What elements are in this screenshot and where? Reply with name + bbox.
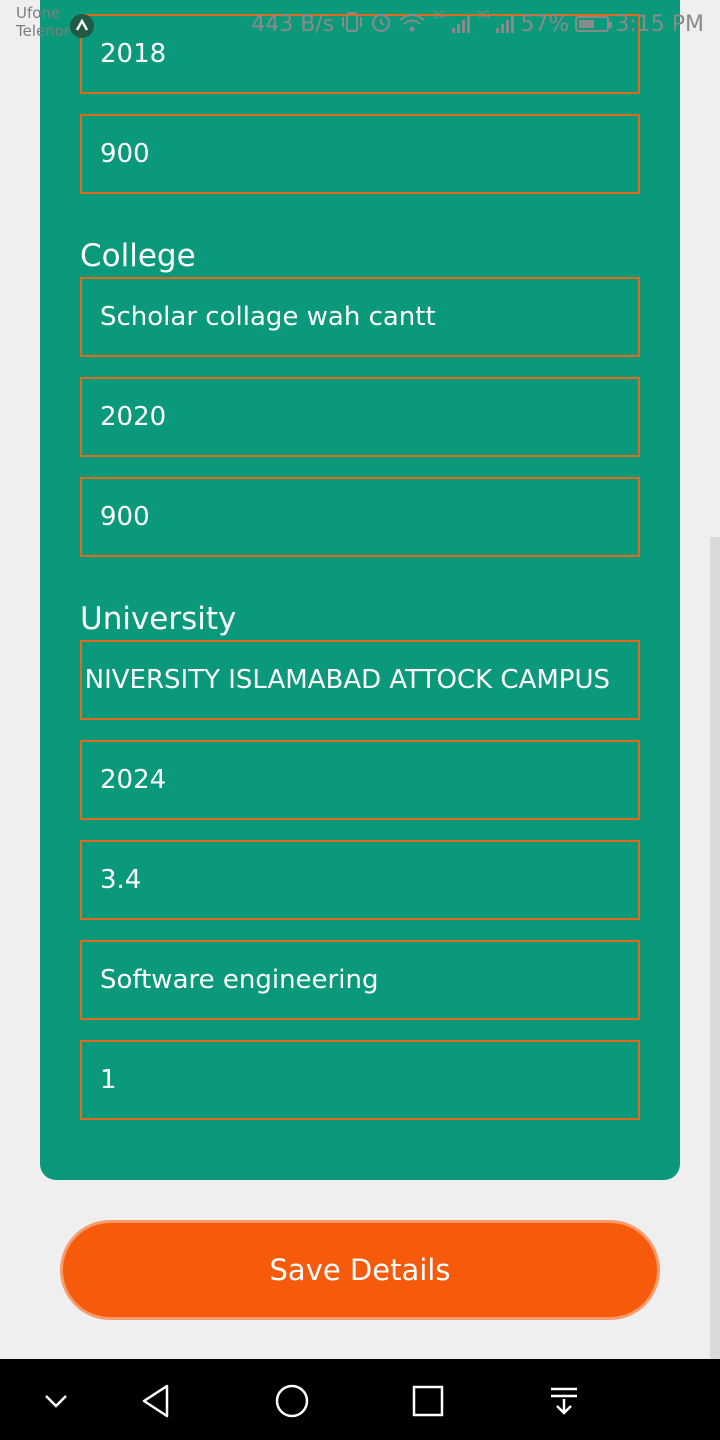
- network-type-2: 3G: [476, 10, 491, 21]
- university-semester-value: 1: [100, 1065, 117, 1095]
- notification-pull-icon[interactable]: [536, 1373, 592, 1429]
- college-year-value: 2020: [100, 402, 167, 432]
- signal-icon: [452, 15, 471, 33]
- university-cgpa-field[interactable]: 3.4: [80, 840, 640, 920]
- school-marks-field[interactable]: 900: [80, 114, 640, 194]
- university-year-value: 2024: [100, 765, 167, 795]
- university-program-field[interactable]: Software engineering: [80, 940, 640, 1020]
- back-icon[interactable]: [128, 1373, 184, 1429]
- chevron-down-icon[interactable]: [28, 1373, 84, 1429]
- recents-icon[interactable]: [400, 1373, 456, 1429]
- university-heading: University: [80, 601, 237, 637]
- status-indicators: 443 B/s 3G 3G 57% 3:15 PM: [251, 10, 704, 38]
- save-details-label: Save Details: [269, 1253, 451, 1287]
- college-marks-field[interactable]: 900: [80, 477, 640, 557]
- college-year-field[interactable]: 2020: [80, 377, 640, 457]
- battery-icon: [575, 16, 613, 32]
- scrollbar[interactable]: [710, 537, 720, 1359]
- clock: 3:15 PM: [615, 11, 704, 37]
- carrier-labels: Ufone Telenor: [16, 4, 70, 40]
- school-marks-value: 900: [100, 139, 150, 169]
- app-notification-icon: [70, 14, 94, 38]
- vibrate-icon: [340, 11, 364, 37]
- alarm-icon: [370, 11, 392, 37]
- college-name-value: Scholar collage wah cantt: [100, 302, 436, 332]
- save-details-button[interactable]: Save Details: [60, 1220, 660, 1320]
- status-bar: Ufone Telenor 443 B/s 3G 3G 57% 3:15 PM: [0, 0, 720, 48]
- university-cgpa-value: 3.4: [100, 865, 142, 895]
- college-heading: College: [80, 238, 196, 274]
- university-name-field[interactable]: NIVERSITY ISLAMABAD ATTOCK CAMPUS: [80, 640, 640, 720]
- carrier-1: Ufone: [16, 4, 61, 22]
- home-icon[interactable]: [264, 1373, 320, 1429]
- carrier-2: Telenor: [16, 22, 71, 40]
- network-speed: 443 B/s: [251, 11, 335, 37]
- navigation-bar: [0, 1359, 720, 1440]
- university-name-value: NIVERSITY ISLAMABAD ATTOCK CAMPUS: [84, 665, 610, 695]
- battery-percent: 57%: [520, 11, 570, 37]
- university-year-field[interactable]: 2024: [80, 740, 640, 820]
- university-program-value: Software engineering: [100, 965, 379, 995]
- battery-level-fill: [579, 20, 595, 28]
- college-marks-value: 900: [100, 502, 150, 532]
- signal-icon: [496, 15, 515, 33]
- college-name-field[interactable]: Scholar collage wah cantt: [80, 277, 640, 357]
- university-semester-field[interactable]: 1: [80, 1040, 640, 1120]
- network-type-1: 3G: [432, 10, 447, 21]
- wifi-icon: [398, 11, 426, 37]
